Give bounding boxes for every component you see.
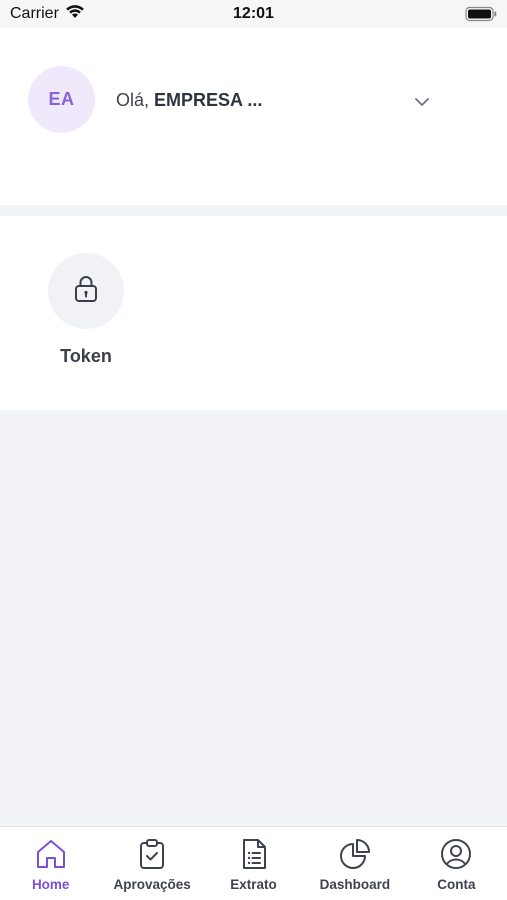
greeting[interactable]: Olá, EMPRESA ... [116,90,262,111]
document-list-icon [237,837,271,871]
lock-icon [73,275,99,308]
token-shortcut-label: Token [60,346,112,366]
status-bar: Carrier 12:01 [0,0,507,28]
tab-conta-label: Conta [437,877,476,892]
battery-icon [465,6,497,22]
tab-bar: Home Aprovações Extrato Dashboard Conta [0,826,507,900]
user-circle-icon [439,837,473,871]
avatar[interactable]: EA [28,66,95,133]
tab-extrato[interactable]: Extrato [203,827,304,900]
tab-conta[interactable]: Conta [406,827,507,900]
tab-home-label: Home [31,877,70,892]
chevron-down-icon[interactable] [410,90,434,114]
token-shortcut[interactable]: Token [40,253,132,367]
clipboard-check-icon [135,837,169,871]
tab-dashboard-label: Dashboard [319,877,391,892]
account-header: EA Olá, EMPRESA ... [0,28,507,205]
company-name: EMPRESA ... [154,90,263,110]
tab-extrato-label: Extrato [230,877,277,892]
wifi-icon [65,4,85,24]
greeting-prefix: Olá, [116,90,155,110]
carrier-label: Carrier [10,5,59,22]
tab-dashboard[interactable]: Dashboard [304,827,405,900]
tab-aprovacoes-label: Aprovações [113,877,191,892]
app-screen: Carrier 12:01 EA Olá, EMPRESA ... Token … [0,0,507,900]
token-shortcut-circle [48,253,124,329]
tab-aprovacoes[interactable]: Aprovações [101,827,202,900]
carrier-info: Carrier [10,4,85,24]
home-icon [34,837,68,871]
pie-chart-icon [338,837,372,871]
tab-home[interactable]: Home [0,827,101,900]
shortcuts-panel: Token [0,216,507,410]
